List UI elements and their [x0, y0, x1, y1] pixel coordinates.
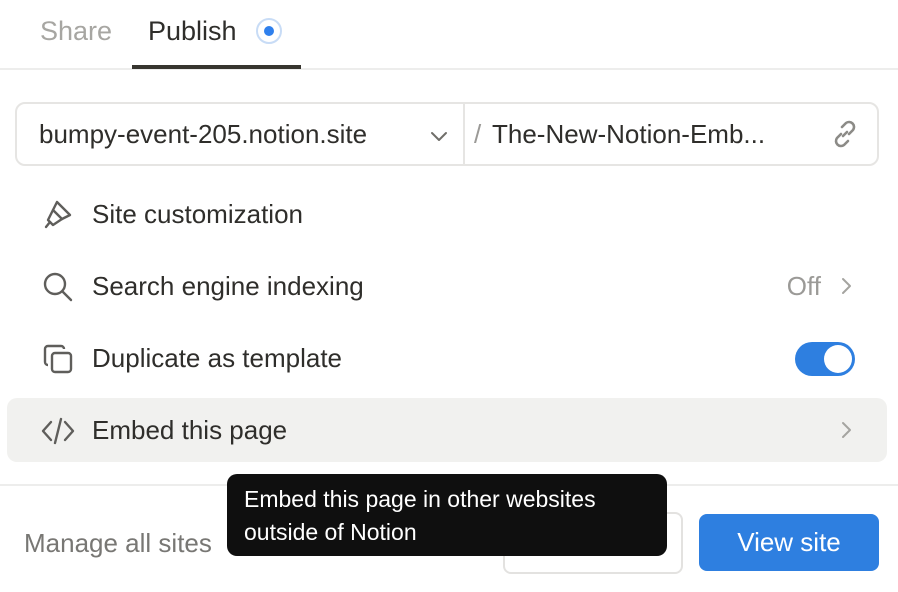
site-customization-label: Site customization [92, 199, 303, 229]
tab-share[interactable]: Share [40, 14, 112, 48]
paintbrush-icon [44, 200, 72, 229]
search-icon [43, 272, 73, 302]
toggle-knob [824, 345, 852, 373]
publish-status-dot-icon [256, 18, 282, 44]
manage-all-sites-link[interactable]: Manage all sites [24, 526, 212, 560]
view-site-button[interactable]: View site [699, 514, 879, 571]
site-customization-row[interactable]: Site customization [7, 182, 887, 246]
embed-this-page-row[interactable]: Embed this page [7, 398, 887, 462]
active-tab-indicator [132, 65, 301, 69]
duplicate-as-template-label: Duplicate as template [92, 343, 343, 373]
site-url-field: bumpy-event-205.notion.site / The-New-No… [15, 102, 879, 166]
tooltip-line-2: outside of Notion [244, 519, 417, 545]
link-icon[interactable] [829, 118, 861, 150]
duplicate-as-template-row: Duplicate as template [7, 326, 887, 390]
url-separator: / [474, 119, 482, 149]
search-engine-indexing-label: Search engine indexing [92, 271, 364, 301]
domain-value: bumpy-event-205.notion.site [39, 119, 368, 149]
duplicate-icon [43, 344, 73, 374]
code-icon [41, 417, 75, 445]
search-engine-indexing-value: Off [786, 271, 821, 301]
chevron-right-icon [842, 278, 851, 294]
chevron-right-icon [842, 422, 851, 438]
chevron-down-icon [431, 132, 447, 141]
tab-publish[interactable]: Publish [148, 14, 237, 48]
page-slug[interactable]: The-New-Notion-Emb... [492, 118, 802, 150]
domain-selector[interactable]: bumpy-event-205.notion.site [17, 104, 465, 164]
tooltip-line-1: Embed this page in other websites [244, 486, 596, 512]
embed-this-page-label: Embed this page [92, 415, 288, 445]
publish-tabs: Share Publish [0, 0, 898, 70]
embed-tooltip: Embed this page in other websites outsid… [227, 474, 667, 556]
duplicate-as-template-toggle[interactable] [795, 342, 855, 376]
search-engine-indexing-row[interactable]: Search engine indexing Off [7, 254, 887, 318]
